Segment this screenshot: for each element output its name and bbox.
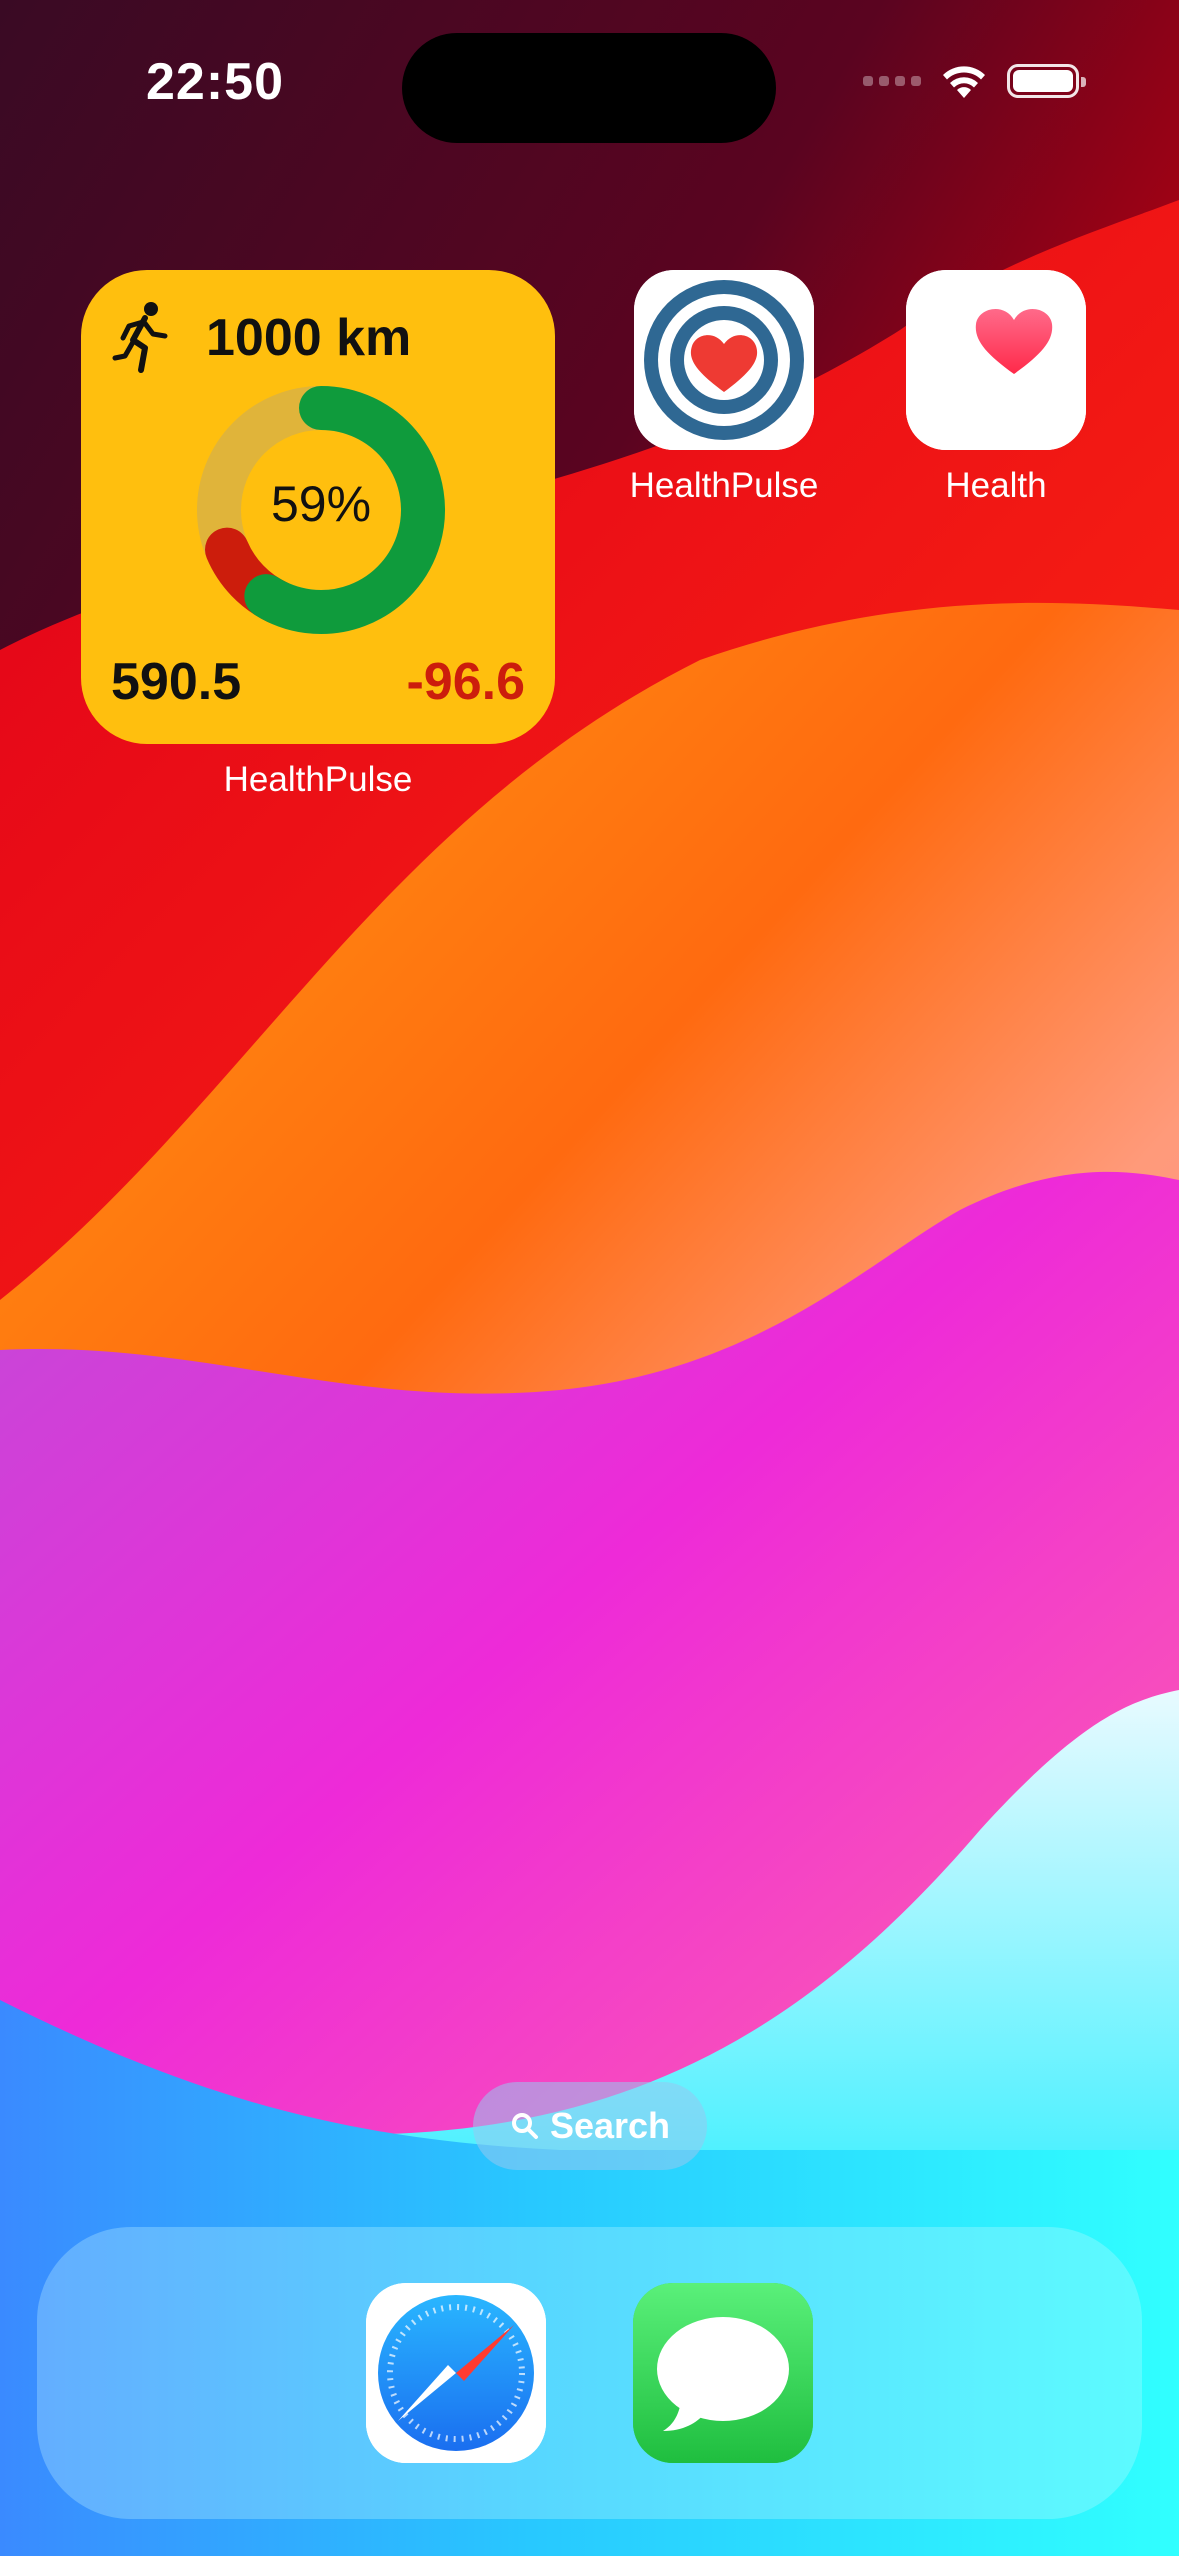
widget-done-value: 590.5 xyxy=(111,653,242,711)
status-icons xyxy=(863,62,1086,100)
dock xyxy=(37,2227,1142,2519)
healthpulse-target-heart-icon xyxy=(634,270,814,450)
widget-delta-value: -96.6 xyxy=(406,653,525,711)
search-button[interactable]: Search xyxy=(473,2082,707,2170)
widget-percent: 59% xyxy=(270,476,372,532)
home-screen: 22:50 1000 km 59% 590.5 -96.6 HealthPuls… xyxy=(0,0,1179,2556)
status-time: 22:50 xyxy=(146,53,284,111)
messages-app-icon[interactable] xyxy=(633,2283,813,2463)
healthpulse-app-label: HealthPulse xyxy=(629,466,819,505)
healthpulse-widget[interactable]: 1000 km 59% 590.5 -96.6 xyxy=(81,270,555,744)
safari-compass-icon xyxy=(366,2283,546,2463)
messages-bubble-icon xyxy=(633,2283,813,2463)
battery-icon xyxy=(1007,64,1086,98)
safari-app-icon[interactable] xyxy=(366,2283,546,2463)
cellular-signal-icon xyxy=(863,76,921,86)
health-heart-icon xyxy=(906,270,1086,450)
widget-distance: 1000 km xyxy=(206,309,412,367)
health-app-icon[interactable] xyxy=(906,270,1086,450)
running-person-icon xyxy=(112,302,168,373)
magnifier-icon xyxy=(511,2113,538,2139)
widget-label: HealthPulse xyxy=(223,760,413,799)
wifi-icon xyxy=(943,66,985,98)
healthpulse-app-icon[interactable] xyxy=(634,270,814,450)
health-app-label: Health xyxy=(945,466,1047,505)
dynamic-island xyxy=(402,33,776,143)
search-label: Search xyxy=(549,2105,671,2146)
